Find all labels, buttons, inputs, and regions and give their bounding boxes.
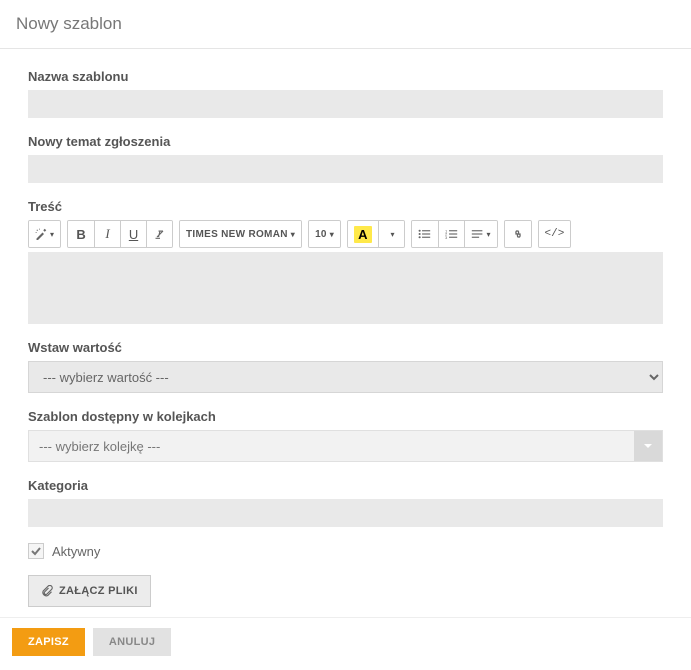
page-title: Nowy szablon xyxy=(0,0,691,49)
subject-label: Nowy temat zgłoszenia xyxy=(28,134,663,149)
magic-icon[interactable]: ▾ xyxy=(29,221,60,247)
editor-toolbar: ▾ B I U TIMES NEW ROMAN ▾ 10 xyxy=(28,220,663,248)
paperclip-icon xyxy=(41,585,53,597)
queue-select[interactable]: --- wybierz kolejkę --- xyxy=(28,430,663,462)
insert-value-label: Wstaw wartość xyxy=(28,340,663,355)
ordered-list-button[interactable]: 123 xyxy=(438,221,464,247)
italic-button[interactable]: I xyxy=(94,221,120,247)
active-label: Aktywny xyxy=(52,544,100,559)
svg-text:3: 3 xyxy=(445,235,448,240)
category-input[interactable] xyxy=(28,499,663,527)
template-name-label: Nazwa szablonu xyxy=(28,69,663,84)
font-size-value: 10 xyxy=(315,229,327,240)
underline-button[interactable]: U xyxy=(120,221,146,247)
active-checkbox[interactable] xyxy=(28,543,44,559)
font-color-more-button[interactable]: ▾ xyxy=(378,221,404,247)
link-button[interactable] xyxy=(505,221,531,247)
attach-files-label: ZAŁĄCZ PLIKI xyxy=(59,585,138,597)
content-editor[interactable] xyxy=(28,252,663,324)
cancel-button[interactable]: ANULUJ xyxy=(93,628,171,656)
queue-label: Szablon dostępny w kolejkach xyxy=(28,409,663,424)
insert-value-select[interactable]: --- wybierz wartość --- xyxy=(28,361,663,393)
subject-input[interactable] xyxy=(28,155,663,183)
bold-button[interactable]: B xyxy=(68,221,94,247)
font-size-dropdown[interactable]: 10 ▾ xyxy=(309,221,340,247)
paragraph-dropdown[interactable]: ▾ xyxy=(464,221,497,247)
category-label: Kategoria xyxy=(28,478,663,493)
chevron-down-icon[interactable] xyxy=(634,431,662,461)
queue-placeholder: --- wybierz kolejkę --- xyxy=(29,439,634,454)
template-name-input[interactable] xyxy=(28,90,663,118)
save-button[interactable]: ZAPISZ xyxy=(12,628,85,656)
attach-files-button[interactable]: ZAŁĄCZ PLIKI xyxy=(28,575,151,607)
font-family-value: TIMES NEW ROMAN xyxy=(186,229,288,240)
clear-format-button[interactable] xyxy=(146,221,172,247)
content-label: Treść xyxy=(28,199,663,214)
font-color-button[interactable]: A xyxy=(348,221,377,247)
code-view-button[interactable]: </> xyxy=(539,221,571,247)
font-family-dropdown[interactable]: TIMES NEW ROMAN ▾ xyxy=(180,221,301,247)
unordered-list-button[interactable] xyxy=(412,221,438,247)
check-icon xyxy=(30,545,42,557)
